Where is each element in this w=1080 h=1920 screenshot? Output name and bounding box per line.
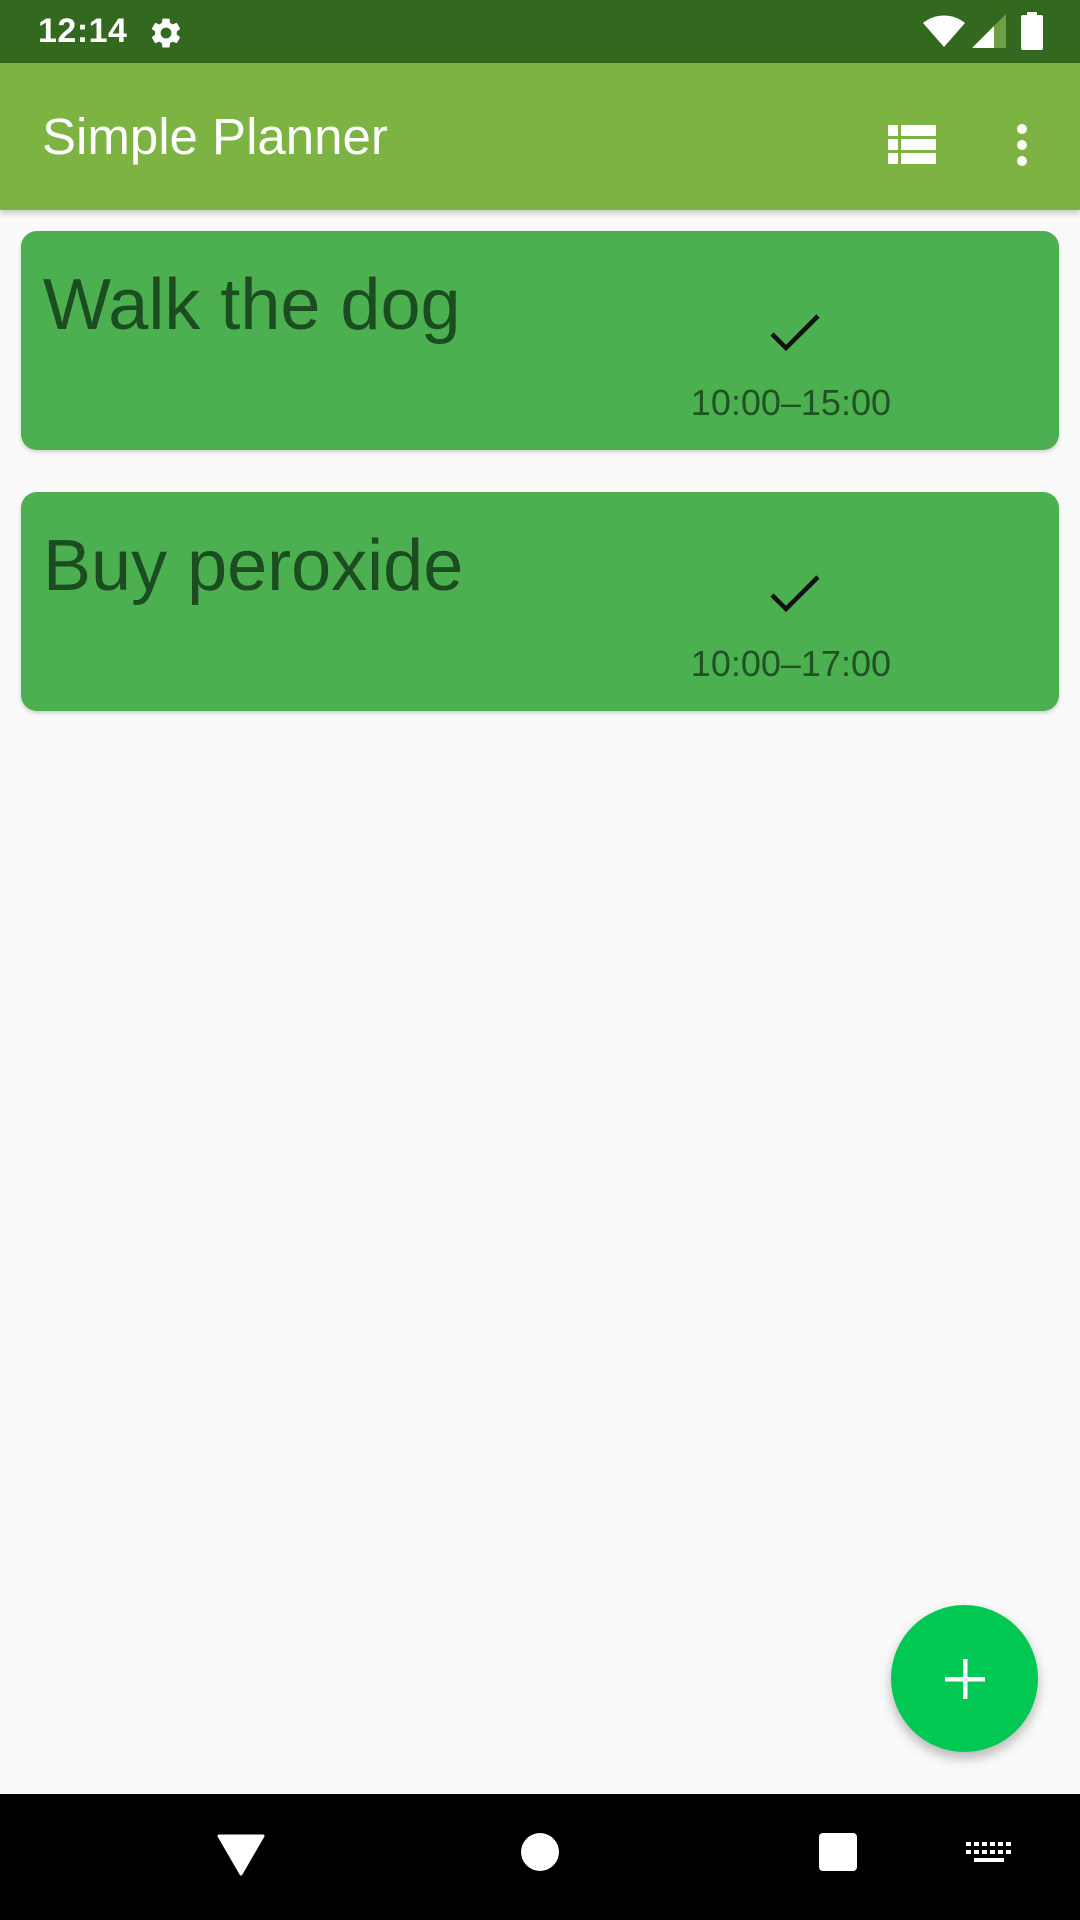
wifi-icon [923,15,965,47]
navigation-bar [0,1794,1080,1920]
check-icon [770,575,820,613]
check-icon [770,314,820,352]
list-view-button[interactable] [870,103,954,187]
back-icon[interactable] [213,1830,269,1886]
app-title: Simple Planner [42,108,388,165]
task-time-range: 10:00–15:00 [690,382,891,423]
add-task-button[interactable] [891,1605,1038,1752]
overflow-menu-button[interactable] [992,103,1052,187]
task-title: Walk the dog [43,265,461,345]
home-icon[interactable] [518,1830,562,1874]
mark-done-button[interactable] [753,291,837,375]
gear-icon [151,18,181,48]
plus-icon [944,1658,985,1699]
task-card[interactable]: Buy peroxide 10:00–17:00 [21,492,1059,711]
screen: 12:14 Simple Planner Walk the dog 10:00–… [0,0,1080,1920]
task-time-range: 10:00–17:00 [690,643,891,684]
battery-icon [1021,12,1043,50]
signal-icon [972,14,1006,48]
status-bar: 12:14 [0,0,1080,63]
mark-done-button[interactable] [753,552,837,636]
recents-icon[interactable] [816,1830,860,1874]
list-view-icon [888,125,936,164]
task-title: Buy peroxide [43,526,464,606]
keyboard-icon[interactable] [964,1836,1014,1872]
more-vert-icon [1017,124,1027,166]
task-card[interactable]: Walk the dog 10:00–15:00 [21,231,1059,450]
app-bar: Simple Planner [0,63,1080,210]
status-time: 12:14 [38,12,128,50]
